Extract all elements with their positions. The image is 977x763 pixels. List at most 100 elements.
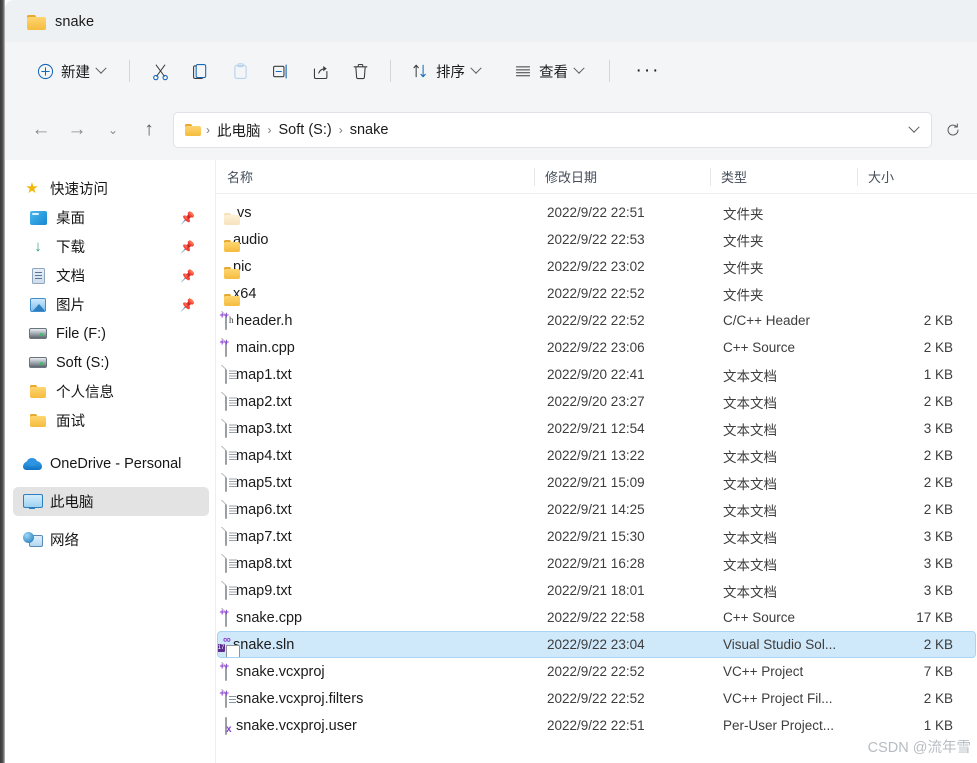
cpp-source-icon: ++ <box>219 337 229 357</box>
delete-button[interactable] <box>340 53 380 89</box>
up-button[interactable]: ↑ <box>131 112 167 148</box>
sidebar-item-下载[interactable]: ↓ 下载 📌 <box>13 232 209 261</box>
address-bar[interactable]: › 此电脑 › Soft (S:) › snake <box>173 112 932 148</box>
sidebar-item-onedrive---personal[interactable]: OneDrive - Personal <box>13 449 209 478</box>
sidebar-item-此电脑[interactable]: 此电脑 <box>13 487 209 516</box>
folder-icon <box>29 383 47 401</box>
cell-size <box>859 281 969 306</box>
folder-tab-snake[interactable]: snake <box>17 4 109 40</box>
file-name: map1.txt <box>236 366 292 383</box>
sidebar-item-桌面[interactable]: 桌面 📌 <box>13 203 209 232</box>
table-row[interactable]: map4.txt 2022/9/21 13:22 文本文档 2 KB <box>217 442 976 469</box>
sidebar-item-文档[interactable]: 文档 📌 <box>13 261 209 290</box>
cell-size: 2 KB <box>923 313 953 328</box>
share-button[interactable] <box>300 53 340 89</box>
cell-size: 2 KB <box>923 502 953 517</box>
table-row[interactable]: ++ snake.vcxproj.filters 2022/9/22 22:52 VC… <box>217 685 976 712</box>
new-button[interactable]: 新建 <box>27 53 115 89</box>
table-row[interactable]: map5.txt 2022/9/21 15:09 文本文档 2 KB <box>217 469 976 496</box>
sidebar-item-file-f[interactable]: File (F:) <box>13 319 209 348</box>
cell-type: 文件夹 <box>723 260 764 276</box>
column-header-date[interactable]: 修改日期 <box>534 160 710 194</box>
star-icon: ★ <box>25 180 39 197</box>
refresh-button[interactable] <box>938 116 968 144</box>
cell-date: 2022/9/21 12:54 <box>547 421 645 436</box>
cell-date: 2022/9/22 22:53 <box>547 232 645 247</box>
file-name: snake.sln <box>233 636 295 653</box>
view-list-icon <box>515 66 531 77</box>
table-row[interactable]: x64 2022/9/22 22:52 文件夹 <box>217 280 976 307</box>
sidebar-item-soft-s[interactable]: Soft (S:) <box>13 348 209 377</box>
column-header-size[interactable]: 大小 <box>857 160 967 194</box>
drive-icon <box>29 354 47 372</box>
file-name: snake.vcxproj <box>236 663 325 680</box>
table-row[interactable]: .vs 2022/9/22 22:51 文件夹 <box>217 199 976 226</box>
sidebar-item-面试[interactable]: 面试 <box>13 406 209 435</box>
cell-size: 2 KB <box>923 448 953 463</box>
drive-icon <box>29 325 47 343</box>
breadcrumb-item-this-pc[interactable]: 此电脑 <box>211 117 267 144</box>
sidebar-item-个人信息[interactable]: 个人信息 <box>13 377 209 406</box>
table-row[interactable]: map1.txt 2022/9/20 22:41 文本文档 1 KB <box>217 361 976 388</box>
recent-locations-button[interactable]: ⌄ <box>95 112 131 148</box>
sidebar-item-网络[interactable]: 网络 <box>13 525 209 554</box>
cell-size <box>859 200 969 225</box>
table-row[interactable]: 17 ∞ snake.sln 2022/9/22 23:04 Visual Studio… <box>217 631 976 658</box>
column-header-size-label: 大小 <box>868 170 895 185</box>
table-row[interactable]: map3.txt 2022/9/21 12:54 文本文档 3 KB <box>217 415 976 442</box>
cell-name: ++ main.cpp <box>218 335 536 360</box>
cell-date: 2022/9/22 23:04 <box>547 637 645 652</box>
sidebar-item-label: 桌面 <box>56 211 85 227</box>
cell-type: 文本文档 <box>723 368 777 384</box>
table-row[interactable]: audio 2022/9/22 22:53 文件夹 <box>217 226 976 253</box>
table-row[interactable]: map2.txt 2022/9/20 23:27 文本文档 2 KB <box>217 388 976 415</box>
rename-button[interactable] <box>260 53 300 89</box>
table-row[interactable]: ++ main.cpp 2022/9/22 23:06 C++ Source 2 KB <box>217 334 976 361</box>
copy-button[interactable] <box>180 53 220 89</box>
table-row[interactable]: pic 2022/9/22 23:02 文件夹 <box>217 253 976 280</box>
pin-icon[interactable]: 📌 <box>180 240 195 254</box>
cell-type: 文本文档 <box>723 584 777 600</box>
sidebar-item-快速访问[interactable]: ★ 快速访问 <box>13 174 209 203</box>
cell-date: 2022/9/22 22:52 <box>547 691 645 706</box>
cell-type: 文本文档 <box>723 530 777 546</box>
cell-size: 1 KB <box>923 718 953 733</box>
back-button[interactable]: ← <box>23 112 59 148</box>
column-header-name[interactable]: 名称 ⌃ <box>216 160 534 194</box>
cut-button[interactable] <box>140 53 180 89</box>
table-row[interactable]: map8.txt 2022/9/21 16:28 文本文档 3 KB <box>217 550 976 577</box>
forward-button[interactable]: → <box>59 112 95 148</box>
cell-type: 文件夹 <box>723 206 764 222</box>
table-row[interactable]: ++ snake.vcxproj 2022/9/22 22:52 VC++ Proje… <box>217 658 976 685</box>
sort-button[interactable]: 排序 <box>401 53 490 89</box>
file-name: main.cpp <box>236 339 295 356</box>
breadcrumb-separator: › <box>267 123 272 137</box>
address-bar-row: ← → ⌄ ↑ › 此电脑 › Soft (S:) › snake <box>5 100 977 248</box>
pin-icon[interactable]: 📌 <box>180 298 195 312</box>
cell-type: Per-User Project... <box>723 718 835 733</box>
chevron-down-icon <box>908 121 920 133</box>
pin-icon[interactable]: 📌 <box>180 269 195 283</box>
sidebar-item-label: 个人信息 <box>56 385 114 401</box>
breadcrumb-item-soft-drive[interactable]: Soft (S:) <box>273 119 338 141</box>
download-icon: ↓ <box>34 238 42 255</box>
table-row[interactable]: map6.txt 2022/9/21 14:25 文本文档 2 KB <box>217 496 976 523</box>
pin-icon[interactable]: 📌 <box>180 211 195 225</box>
cell-size <box>859 254 969 279</box>
table-row[interactable]: h ++ header.h 2022/9/22 22:52 C/C++ Header 2 … <box>217 307 976 334</box>
table-row[interactable]: x snake.vcxproj.user 2022/9/22 22:51 Per-Us… <box>217 712 976 739</box>
address-dropdown-button[interactable] <box>901 116 927 144</box>
table-row[interactable]: ++ snake.cpp 2022/9/22 22:58 C++ Source 17 K… <box>217 604 976 631</box>
table-row[interactable]: map9.txt 2022/9/21 18:01 文本文档 3 KB <box>217 577 976 604</box>
sidebar-item-图片[interactable]: 图片 📌 <box>13 290 209 319</box>
view-button[interactable]: 查看 <box>504 53 593 89</box>
sidebar-item-label: 图片 <box>56 298 85 314</box>
text-file-icon <box>224 527 227 546</box>
column-header-type[interactable]: 类型 <box>710 160 857 194</box>
table-row[interactable]: map7.txt 2022/9/21 15:30 文本文档 3 KB <box>217 523 976 550</box>
onedrive-icon <box>23 455 42 473</box>
more-options-button[interactable]: ··· <box>628 53 668 89</box>
breadcrumb-item-snake[interactable]: snake <box>344 119 395 141</box>
folder-icon <box>185 123 201 137</box>
this-pc-icon <box>23 493 43 511</box>
